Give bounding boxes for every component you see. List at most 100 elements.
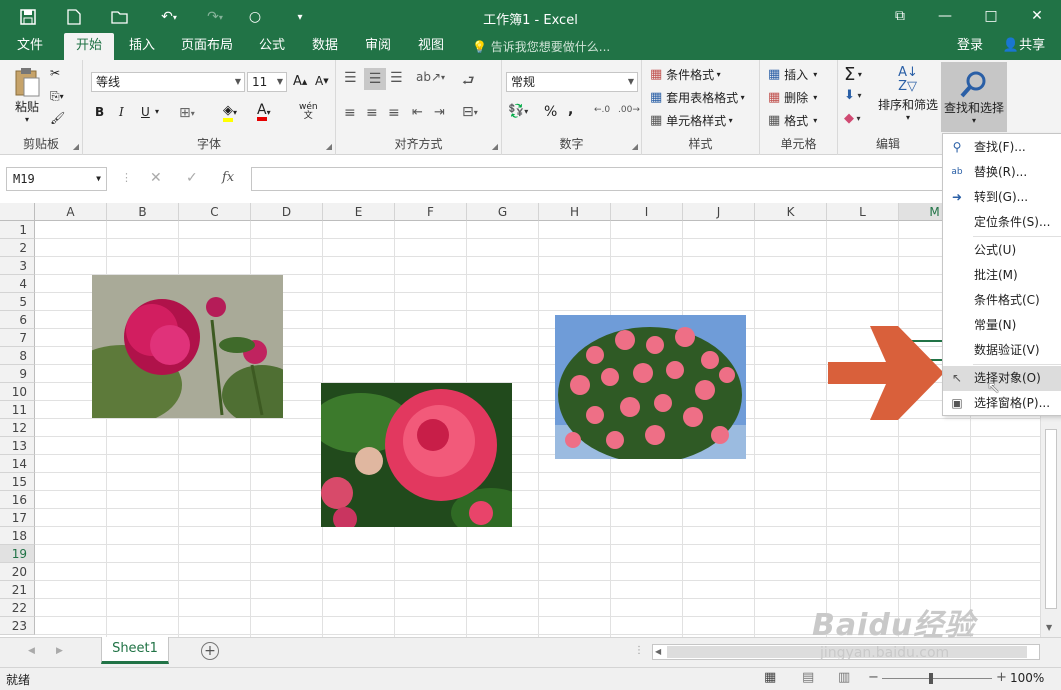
minimize-button[interactable]: — — [930, 4, 960, 28]
row-header-9[interactable]: 9 — [0, 365, 35, 383]
row-header-4[interactable]: 4 — [0, 275, 35, 293]
insert-function-button[interactable]: fx — [222, 170, 234, 185]
dialog-launcher-icon[interactable]: ◢ — [492, 142, 498, 151]
row-header-8[interactable]: 8 — [0, 347, 35, 365]
orientation-icon[interactable]: ab↗ ▾ — [416, 70, 445, 84]
row-header-13[interactable]: 13 — [0, 437, 35, 455]
scroll-down-icon[interactable]: ▼ — [1046, 623, 1052, 632]
font-color-icon[interactable]: A ▾ — [257, 103, 271, 121]
peony-picture[interactable] — [92, 275, 283, 418]
column-header-g[interactable]: G — [467, 203, 539, 221]
align-bottom-icon[interactable]: ☰ — [390, 70, 403, 86]
font-size-combo[interactable]: 11 ▼ — [247, 72, 287, 92]
column-header-j[interactable]: J — [683, 203, 755, 221]
select-all-corner[interactable] — [0, 203, 35, 221]
percent-button[interactable]: % — [544, 104, 557, 120]
menu-item-2[interactable]: ➜ 转到(G)... — [943, 185, 1061, 210]
dialog-launcher-icon[interactable]: ◢ — [326, 142, 332, 151]
menu-item-10[interactable]: ▣ 选择窗格(P)... — [943, 391, 1061, 416]
row-header-3[interactable]: 3 — [0, 257, 35, 275]
dialog-launcher-icon[interactable]: ◢ — [73, 142, 79, 151]
column-header-e[interactable]: E — [323, 203, 395, 221]
row-header-15[interactable]: 15 — [0, 473, 35, 491]
increase-indent-icon[interactable]: ⇥ — [434, 105, 445, 120]
row-header-21[interactable]: 21 — [0, 581, 35, 599]
menu-item-9[interactable]: ↖ 选择对象(O) — [943, 366, 1061, 391]
column-header-c[interactable]: C — [179, 203, 251, 221]
menu-item-1[interactable]: ab 替换(R)... — [943, 160, 1061, 185]
column-header-a[interactable]: A — [35, 203, 107, 221]
cell-styles-button[interactable]: ▦ 单元格样式 ▾ — [650, 112, 733, 129]
number-format-combo[interactable]: 常规 ▼ — [506, 72, 638, 92]
tab-insert[interactable]: 插入 — [120, 33, 164, 60]
cancel-entry-icon[interactable]: ✕ — [150, 170, 162, 186]
conditional-format-button[interactable]: ▦ 条件格式 ▾ — [650, 66, 721, 83]
row-header-1[interactable]: 1 — [0, 221, 35, 239]
tab-view[interactable]: 视图 — [409, 33, 453, 60]
cut-icon[interactable]: ✂ — [50, 66, 60, 80]
align-middle-icon[interactable]: ☰ — [364, 68, 386, 90]
zoom-in-icon[interactable]: + — [996, 670, 1007, 685]
column-header-k[interactable]: K — [755, 203, 827, 221]
insert-cells-button[interactable]: ▦ 插入 ▾ — [768, 66, 817, 83]
close-button[interactable]: ✕ — [1022, 4, 1052, 28]
tab-formulas[interactable]: 公式 — [250, 33, 294, 60]
border-icon[interactable]: ⊞ ▾ — [179, 105, 195, 121]
row-header-23[interactable]: 23 — [0, 617, 35, 635]
ribbon-display-icon[interactable]: ⧉ — [885, 4, 915, 28]
wrap-text-icon[interactable]: ⮐ — [462, 70, 475, 94]
phonetic-icon[interactable]: wén 文 — [299, 103, 318, 121]
login-link[interactable]: 登录 — [948, 33, 992, 60]
normal-view-icon[interactable]: ▦ — [764, 670, 776, 685]
row-header-7[interactable]: 7 — [0, 329, 35, 347]
row-header-10[interactable]: 10 — [0, 383, 35, 401]
font-name-combo[interactable]: 等线 ▼ — [91, 72, 245, 92]
zoom-level[interactable]: 100% — [1010, 671, 1044, 685]
underline-button[interactable]: U — [141, 105, 150, 119]
menu-item-3[interactable]: 定位条件(S)... — [943, 210, 1061, 235]
find-select-button[interactable]: 查找和选择 ▾ — [941, 62, 1007, 132]
decrease-decimal-icon[interactable]: .00→ — [618, 105, 640, 115]
tab-page-layout[interactable]: 页面布局 — [172, 33, 242, 60]
align-right-icon[interactable]: ≡ — [388, 105, 400, 121]
name-box[interactable]: M19 ▼ — [6, 167, 107, 191]
row-header-22[interactable]: 22 — [0, 599, 35, 617]
bold-button[interactable]: B — [95, 105, 104, 119]
column-header-f[interactable]: F — [395, 203, 467, 221]
italic-button[interactable]: I — [119, 105, 124, 119]
align-center-icon[interactable]: ≡ — [366, 105, 378, 121]
row-header-16[interactable]: 16 — [0, 491, 35, 509]
column-header-d[interactable]: D — [251, 203, 323, 221]
increase-font-icon[interactable]: A ▲ — [293, 74, 307, 89]
page-layout-view-icon[interactable]: ▤ — [802, 670, 814, 685]
autosum-icon[interactable]: Σ ▾ — [844, 64, 862, 85]
row-header-12[interactable]: 12 — [0, 419, 35, 437]
menu-item-6[interactable]: 条件格式(C) — [943, 288, 1061, 313]
zoom-slider-thumb[interactable] — [929, 673, 933, 684]
decrease-indent-icon[interactable]: ⇤ — [412, 105, 423, 120]
vertical-scroll-thumb[interactable] — [1045, 429, 1057, 609]
menu-item-8[interactable]: 数据验证(V) — [943, 338, 1061, 363]
underline-dropdown-icon[interactable]: ▾ — [155, 107, 159, 116]
column-header-b[interactable]: B — [107, 203, 179, 221]
page-break-view-icon[interactable]: ▥ — [838, 670, 850, 685]
dialog-launcher-icon[interactable]: ◢ — [632, 142, 638, 151]
share-button[interactable]: 👤共享 — [994, 33, 1054, 60]
format-cells-button[interactable]: ▦ 格式 ▾ — [768, 112, 817, 129]
menu-item-7[interactable]: 常量(N) — [943, 313, 1061, 338]
zoom-out-icon[interactable]: − — [868, 670, 879, 685]
row-header-18[interactable]: 18 — [0, 527, 35, 545]
camellia-picture[interactable] — [321, 383, 512, 527]
align-left-icon[interactable]: ≡ — [344, 105, 356, 121]
currency-icon[interactable]: 💱 ▾ — [508, 104, 528, 119]
row-header-20[interactable]: 20 — [0, 563, 35, 581]
menu-item-5[interactable]: 批注(M) — [943, 263, 1061, 288]
row-header-6[interactable]: 6 — [0, 311, 35, 329]
add-sheet-icon[interactable]: + — [201, 642, 219, 660]
decrease-font-icon[interactable]: A ▼ — [315, 74, 329, 88]
increase-decimal-icon[interactable]: ←.0 — [594, 105, 610, 115]
comma-button[interactable]: , — [568, 102, 573, 118]
sheet-prev-icon[interactable]: ◀ — [28, 646, 35, 656]
zoom-slider[interactable] — [882, 678, 992, 679]
tab-file[interactable]: 文件 — [8, 33, 52, 60]
